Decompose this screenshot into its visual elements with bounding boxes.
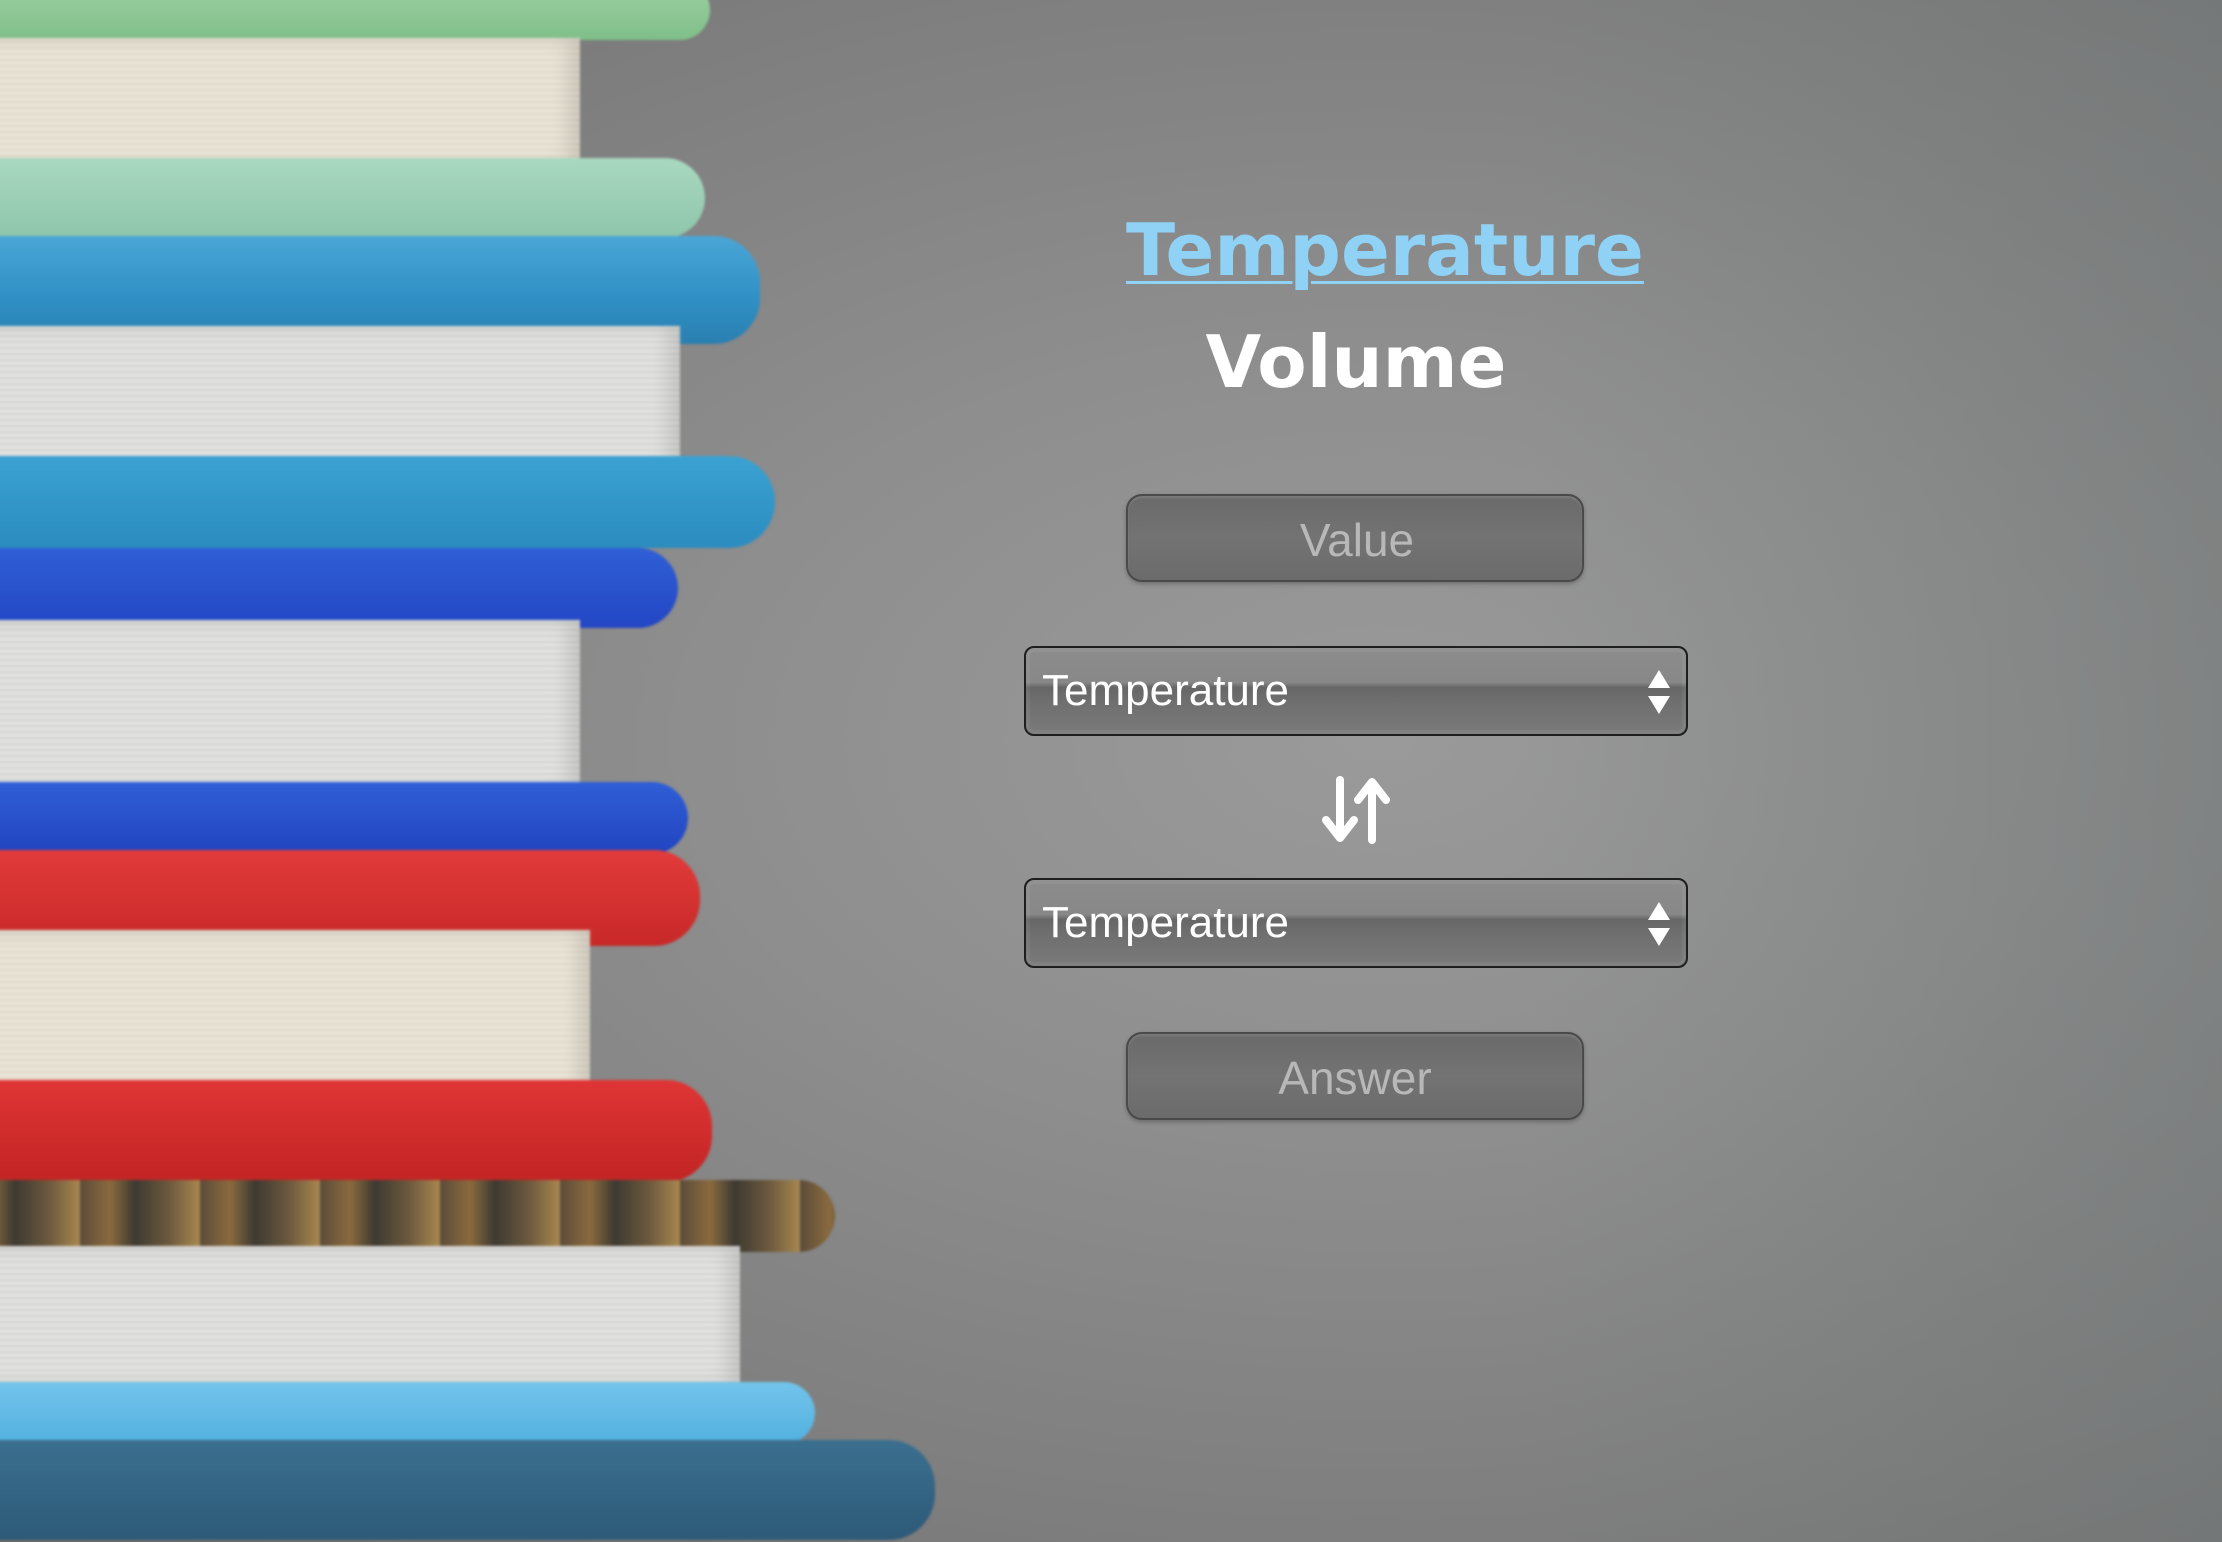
book-stack-image bbox=[0, 0, 960, 1542]
updown-chevron-icon bbox=[1646, 668, 1672, 716]
value-field[interactable] bbox=[1126, 494, 1586, 583]
from-unit-select[interactable]: Temperature bbox=[1024, 646, 1688, 736]
page-title: Volume bbox=[1205, 320, 1507, 404]
temperature-link[interactable]: Temperature bbox=[1126, 200, 1644, 300]
value-input[interactable] bbox=[1128, 497, 1586, 583]
to-unit-select[interactable]: Temperature bbox=[1024, 878, 1688, 968]
updown-chevron-icon bbox=[1646, 900, 1672, 948]
answer-output: Answer bbox=[1126, 1032, 1584, 1120]
from-unit-selected-value: Temperature bbox=[1042, 666, 1290, 715]
app-background: Temperature Volume Temperature bbox=[0, 0, 2222, 1542]
swap-vertical-arrows-icon bbox=[1316, 776, 1396, 850]
swap-units-button[interactable] bbox=[1316, 776, 1396, 846]
to-unit-selected-value: Temperature bbox=[1042, 898, 1290, 947]
